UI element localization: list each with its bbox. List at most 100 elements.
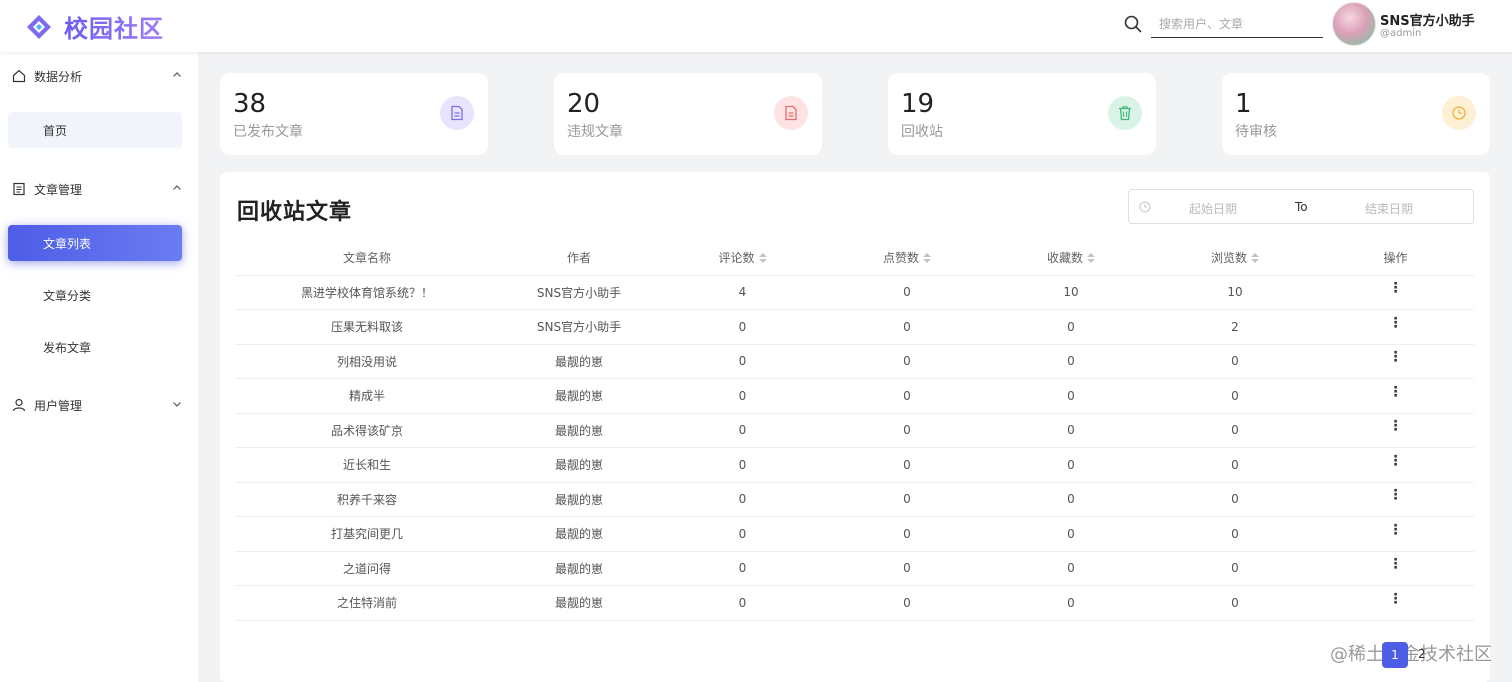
column-header-comments[interactable]: 评论数 [660,240,825,276]
clock-icon [1442,96,1476,130]
cell-likes: 0 [825,516,989,552]
stat-label: 违规文章 [567,124,623,140]
sidebar-item-article-list[interactable]: 文章列表 [8,225,182,261]
table-row: 精成半 最靓的崽 0 0 0 0 ⋮ [236,378,1474,414]
date-range-picker[interactable]: 起始日期 To 结束日期 [1128,189,1474,224]
column-header-views[interactable]: 浏览数 [1153,240,1317,276]
cell-comments: 0 [660,585,825,621]
cell-favorites: 0 [989,482,1153,517]
cell-title: 黑进学校体育馆系统？！ [236,275,498,310]
more-actions-icon[interactable]: ⋮ [1389,350,1403,364]
articles-table: 文章名称 作者 评论数 点赞数 收藏数 浏览数 操作 黑进学校体育馆系统？！ SN… [236,240,1474,621]
more-actions-icon[interactable]: ⋮ [1389,523,1403,537]
cell-views: 0 [1153,447,1317,483]
sidebar-item-publish-article[interactable]: 发布文章 [8,329,182,365]
stat-value: 20 [567,89,601,119]
more-actions-icon[interactable]: ⋮ [1389,385,1403,399]
logo[interactable]: 校园社区 [26,9,164,44]
more-actions-icon[interactable]: ⋮ [1389,316,1403,330]
cell-likes: 0 [825,275,989,310]
recycle-bin-panel: 回收站文章 起始日期 To 结束日期 文章名称 作者 评论数 点赞数 收藏数 浏… [220,172,1490,682]
cell-favorites: 10 [989,275,1153,310]
logo-text: 校园社区 [64,9,164,44]
cell-title: 精成半 [236,378,498,414]
sidebar-item-home[interactable]: 首页 [8,112,182,148]
column-header-title: 文章名称 [236,240,498,276]
sidebar-group-label: 数据分析 [34,69,83,84]
cell-comments: 4 [660,275,825,310]
cell-likes: 0 [825,551,989,586]
cell-author: SNS官方小助手 [498,309,660,345]
cell-views: 10 [1153,275,1317,310]
cell-actions: ⋮ [1317,447,1474,483]
table-row: 近长和生 最靓的崽 0 0 0 0 ⋮ [236,447,1474,483]
pagination-page-current[interactable]: 1 [1382,642,1408,668]
date-end-input[interactable]: 结束日期 [1365,200,1413,217]
more-actions-icon[interactable]: ⋮ [1389,592,1403,606]
date-separator: To [1295,200,1308,214]
cell-views: 0 [1153,413,1317,448]
cell-author: 最靓的崽 [498,413,660,448]
sort-icon[interactable] [758,253,767,264]
cell-favorites: 0 [989,585,1153,621]
more-actions-icon[interactable]: ⋮ [1389,454,1403,468]
table-row: 积养千来容 最靓的崽 0 0 0 0 ⋮ [236,482,1474,517]
cell-title: 品术得该矿京 [236,413,498,448]
stat-card-recycle-bin[interactable]: 19 回收站 [888,73,1156,155]
cell-favorites: 0 [989,309,1153,345]
chevron-down-icon [173,402,181,407]
cell-comments: 0 [660,482,825,517]
table-row: 之道问得 最靓的崽 0 0 0 0 ⋮ [236,551,1474,586]
sort-icon[interactable] [1087,253,1095,264]
sidebar-item-label: 首页 [43,123,68,138]
column-header-favorites[interactable]: 收藏数 [989,240,1153,276]
more-actions-icon[interactable]: ⋮ [1389,281,1403,295]
cell-title: 打基究间更几 [236,516,498,552]
cell-likes: 0 [825,344,989,379]
more-actions-icon[interactable]: ⋮ [1389,419,1403,433]
sidebar-group-article-management[interactable]: 文章管理 [0,166,198,212]
user-name: SNS官方小助手 [1380,14,1475,29]
table-row: 黑进学校体育馆系统？！ SNS官方小助手 4 0 10 10 ⋮ [236,275,1474,310]
stat-label: 已发布文章 [233,124,303,140]
table-row: 之住特消前 最靓的崽 0 0 0 0 ⋮ [236,585,1474,621]
column-header-likes[interactable]: 点赞数 [825,240,989,276]
stat-card-pending[interactable]: 1 待审核 [1222,73,1490,155]
more-actions-icon[interactable]: ⋮ [1389,488,1403,502]
cell-views: 2 [1153,309,1317,345]
sidebar-group-data-analysis[interactable]: 数据分析 [0,53,198,99]
pagination-page-next[interactable]: 2 [1418,647,1426,661]
table-row: 品术得该矿京 最靓的崽 0 0 0 0 ⋮ [236,413,1474,448]
stat-card-published[interactable]: 38 已发布文章 [220,73,488,155]
cell-views: 0 [1153,585,1317,621]
stat-card-violations[interactable]: 20 违规文章 [554,73,822,155]
cell-author: 最靓的崽 [498,344,660,379]
cell-likes: 0 [825,447,989,483]
trash-icon [1108,96,1142,130]
search-icon[interactable] [1123,14,1143,34]
more-actions-icon[interactable]: ⋮ [1389,557,1403,571]
cell-views: 0 [1153,378,1317,414]
cell-views: 0 [1153,482,1317,517]
date-start-input[interactable]: 起始日期 [1189,200,1237,217]
sidebar-item-article-category[interactable]: 文章分类 [8,277,182,313]
sidebar-item-label: 文章分类 [43,288,92,303]
cell-title: 之道问得 [236,551,498,586]
sidebar-group-user-management[interactable]: 用户管理 [0,382,198,428]
page-title: 回收站文章 [237,200,353,225]
avatar[interactable] [1332,2,1376,46]
sort-icon[interactable] [923,253,931,264]
sidebar-item-label: 发布文章 [43,340,92,355]
cell-views: 0 [1153,551,1317,586]
search-input[interactable] [1151,10,1323,38]
cell-views: 0 [1153,516,1317,552]
logo-icon [27,14,51,39]
cell-favorites: 0 [989,413,1153,448]
stat-label: 回收站 [901,124,943,140]
sidebar-item-label: 文章列表 [43,236,92,251]
document-icon [440,96,474,130]
sort-icon[interactable] [1251,253,1259,264]
cell-likes: 0 [825,585,989,621]
watermark: @稀土掘金技术社区 [1330,644,1492,665]
cell-author: 最靓的崽 [498,378,660,414]
